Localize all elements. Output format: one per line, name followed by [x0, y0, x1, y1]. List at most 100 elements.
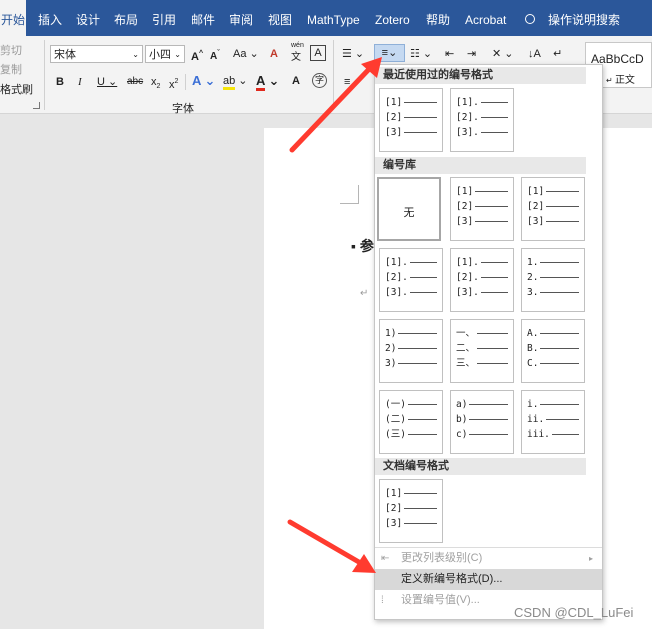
- tab-review[interactable]: 审阅: [229, 0, 253, 36]
- library-format-3[interactable]: [1]. [2]. [3].: [379, 248, 443, 312]
- number-sample: B.: [527, 343, 579, 355]
- sample-rule: [404, 117, 437, 118]
- tab-mathtype[interactable]: MathType: [307, 0, 360, 36]
- document-format-1[interactable]: [1] [2] [3]: [379, 479, 443, 543]
- font-name-select[interactable]: 宋体 ⌄: [50, 45, 143, 63]
- number-sample: [3]: [527, 216, 579, 228]
- sample-rule: [546, 419, 579, 420]
- library-format-10[interactable]: a) b) c): [450, 390, 514, 454]
- tab-layout[interactable]: 布局: [114, 0, 138, 36]
- align-left-button[interactable]: ≡: [344, 74, 350, 90]
- tab-view[interactable]: 视图: [268, 0, 292, 36]
- tab-design[interactable]: 设计: [76, 0, 100, 36]
- tab-insert[interactable]: 插入: [38, 0, 62, 36]
- library-format-9[interactable]: (一) (二) (三): [379, 390, 443, 454]
- change-list-level-item[interactable]: ⇤ 更改列表级别(C) ▸: [375, 548, 602, 569]
- shrink-font-button[interactable]: Aˇ: [210, 46, 220, 65]
- multilevel-list-button[interactable]: ☷ ⌄: [410, 46, 432, 62]
- grow-font-button[interactable]: A^: [191, 46, 203, 65]
- number-sample: b): [456, 414, 508, 426]
- group-divider: [333, 40, 334, 110]
- bold-button[interactable]: B: [56, 74, 64, 90]
- library-format-1[interactable]: [1] [2] [3]: [450, 177, 514, 241]
- font-size-value: 小四: [149, 49, 171, 61]
- divider: [185, 74, 186, 90]
- shading-button[interactable]: A: [292, 73, 300, 89]
- library-format-8[interactable]: A. B. C.: [521, 319, 585, 383]
- bullets-button[interactable]: ☰ ⌄: [342, 46, 364, 62]
- number-sample: 一、: [456, 328, 508, 340]
- define-new-number-format-item[interactable]: 定义新编号格式(D)...: [375, 569, 602, 590]
- number-sample: [2]: [527, 201, 579, 213]
- increase-indent-button[interactable]: ⇥: [467, 46, 476, 62]
- tell-me-search[interactable]: 操作说明搜索: [548, 0, 620, 36]
- tab-zotero[interactable]: Zotero: [375, 0, 410, 36]
- number-sample: [1].: [456, 97, 508, 109]
- enclose-characters-button[interactable]: 字: [312, 73, 327, 88]
- sample-rule: [407, 404, 437, 405]
- underline-button[interactable]: U ⌄: [97, 74, 117, 90]
- library-format-6[interactable]: 1) 2) 3): [379, 319, 443, 383]
- recent-format-1[interactable]: [1] [2] [3]: [379, 88, 443, 152]
- library-format-7[interactable]: 一、 二、 三、: [450, 319, 514, 383]
- numbering-button[interactable]: ≡⌄: [374, 44, 405, 62]
- tab-home[interactable]: 开始: [0, 0, 26, 36]
- show-formatting-button[interactable]: ↵: [553, 46, 562, 62]
- sample-rule: [404, 523, 437, 524]
- sort-button[interactable]: ↓A: [528, 46, 541, 62]
- sample-rule: [546, 221, 579, 222]
- sample-rule: [480, 102, 508, 103]
- format-painter-button[interactable]: 格式刷: [0, 81, 33, 97]
- clipboard-launcher-icon[interactable]: [33, 102, 40, 109]
- text-effects-button[interactable]: A ⌄: [192, 73, 215, 89]
- number-sample: [1]: [385, 97, 437, 109]
- sample-rule: [398, 348, 437, 349]
- chinese-layout-button[interactable]: ✕ ⌄: [492, 46, 514, 62]
- subscript-button[interactable]: x2: [151, 74, 160, 95]
- document-formats-header: 文档编号格式: [375, 458, 586, 475]
- superscript-button[interactable]: x2: [169, 74, 178, 93]
- number-sample: [2]: [385, 503, 437, 515]
- strikethrough-button[interactable]: abc: [127, 74, 143, 90]
- highlight-color-button[interactable]: ab ⌄: [223, 73, 248, 90]
- number-sample: 三、: [456, 358, 508, 370]
- recent-format-2[interactable]: [1]. [2]. [3].: [450, 88, 514, 152]
- number-sample: [2].: [456, 112, 508, 124]
- library-format-4[interactable]: [1]. [2]. [3].: [450, 248, 514, 312]
- change-case-button[interactable]: Aa ⌄: [233, 46, 259, 62]
- library-format-2[interactable]: [1] [2] [3]: [521, 177, 585, 241]
- cut-button[interactable]: 剪切: [0, 42, 22, 58]
- number-sample: [2].: [385, 272, 437, 284]
- copy-button[interactable]: 复制: [0, 61, 22, 77]
- number-sample: 3.: [527, 287, 579, 299]
- sample-rule: [398, 363, 437, 364]
- tab-acrobat[interactable]: Acrobat: [465, 0, 506, 36]
- number-sample: [2]: [456, 201, 508, 213]
- number-sample: [3].: [385, 287, 437, 299]
- character-border-button[interactable]: A: [310, 45, 326, 61]
- phonetic-guide-button[interactable]: wén 文: [291, 40, 304, 64]
- number-sample: [2].: [456, 272, 508, 284]
- font-size-select[interactable]: 小四 ⌄: [145, 45, 185, 63]
- library-format-11[interactable]: i. ii. iii.: [521, 390, 585, 454]
- document-heading[interactable]: ▪ 参: [351, 236, 374, 256]
- number-sample: i.: [527, 399, 579, 411]
- decrease-indent-button[interactable]: ⇤: [445, 46, 454, 62]
- sample-rule: [540, 333, 579, 334]
- numbering-library-header: 编号库: [375, 157, 586, 174]
- font-color-button[interactable]: A ⌄: [256, 73, 279, 91]
- margin-corner-mark: [340, 185, 359, 204]
- chevron-down-icon: ⌄: [174, 50, 181, 59]
- number-sample: 3): [385, 358, 437, 370]
- sample-rule: [546, 206, 579, 207]
- tab-references[interactable]: 引用: [152, 0, 176, 36]
- sample-rule: [546, 191, 579, 192]
- numbering-none[interactable]: 无: [377, 177, 441, 241]
- tab-help[interactable]: 帮助: [426, 0, 450, 36]
- library-format-5[interactable]: 1. 2. 3.: [521, 248, 585, 312]
- sample-rule: [475, 221, 508, 222]
- number-sample: 2): [385, 343, 437, 355]
- tab-mailings[interactable]: 邮件: [191, 0, 215, 36]
- clear-format-button[interactable]: A: [270, 46, 278, 62]
- italic-button[interactable]: I: [78, 74, 82, 90]
